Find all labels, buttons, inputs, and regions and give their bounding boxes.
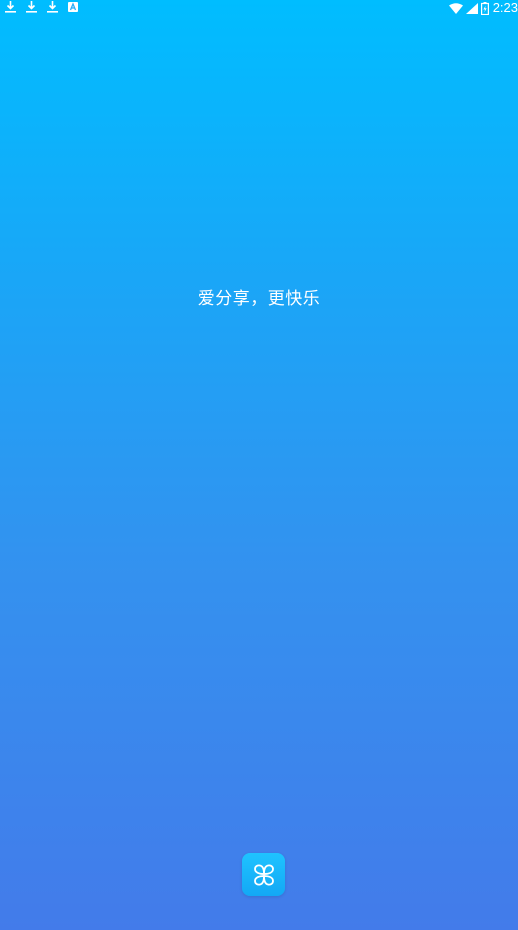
slogan-text: 爱分享，更快乐 (197, 289, 321, 309)
splash-screen: 2:23 爱分享，更快乐 (0, 0, 518, 930)
system-status: 2:23 (448, 0, 518, 16)
download-icon (26, 1, 37, 13)
status-time: 2:23 (492, 0, 518, 15)
download-icon (47, 1, 58, 13)
download-icon (5, 1, 16, 13)
status-bar: 2:23 (0, 0, 518, 16)
cell-signal-icon (465, 2, 478, 14)
app-logo-icon (242, 853, 285, 896)
translate-a-icon (68, 2, 78, 12)
notification-icons (5, 1, 88, 13)
battery-charging-icon (480, 1, 489, 15)
wifi-icon (448, 2, 463, 14)
